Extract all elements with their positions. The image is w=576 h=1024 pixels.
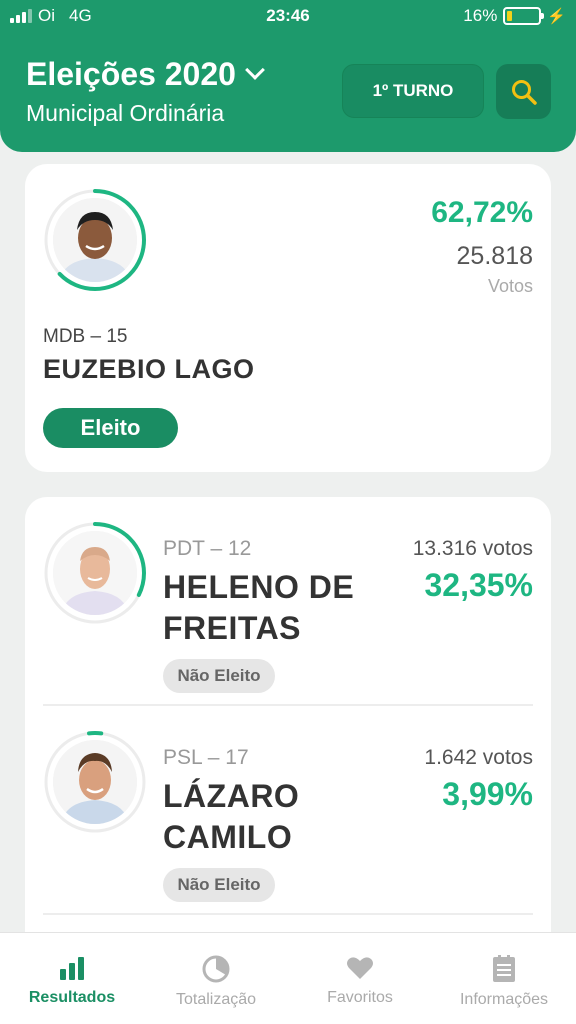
battery-icon xyxy=(503,7,545,25)
candidate-photo xyxy=(53,198,137,282)
search-icon xyxy=(511,79,537,105)
nav-item-totalizacao[interactable]: Totalização xyxy=(144,933,288,1024)
nav-item-favoritos[interactable]: Favoritos xyxy=(288,933,432,1024)
turno-button[interactable]: 1º TURNO xyxy=(342,64,484,118)
candidate-percent: 3,99% xyxy=(442,776,533,812)
winner-name: EUZEBIO LAGO xyxy=(43,354,255,384)
search-button[interactable] xyxy=(496,64,551,119)
winner-votes: 25.818 xyxy=(456,242,533,270)
candidate-name: LÁZARO CAMILO xyxy=(163,778,300,855)
avatar xyxy=(43,521,147,625)
candidate-photo xyxy=(53,531,137,615)
divider xyxy=(43,913,533,915)
battery-percent: 16% xyxy=(463,6,498,25)
page-subtitle: Municipal Ordinária xyxy=(26,100,225,126)
nav-item-informacoes[interactable]: Informações xyxy=(432,933,576,1024)
page-title: Eleições 2020 xyxy=(26,56,236,92)
pie-chart-icon xyxy=(202,955,230,983)
status-badge: Não Eleito xyxy=(163,868,275,902)
nav-label: Totalização xyxy=(175,991,257,1008)
heart-icon xyxy=(347,957,373,979)
nav-label: Informações xyxy=(459,991,549,1008)
election-selector[interactable]: Eleições 2020 xyxy=(26,56,265,93)
avatar xyxy=(43,730,147,834)
status-badge: Não Eleito xyxy=(163,659,275,693)
candidate-votes: 1.642 votos xyxy=(424,746,533,769)
nav-label: Favoritos xyxy=(327,989,393,1006)
candidate-row[interactable]: PSL – 17 LÁZARO CAMILO 1.642 votos 3,99% … xyxy=(25,718,551,908)
nav-item-resultados[interactable]: Resultados xyxy=(0,933,144,1024)
candidate-party: PSL – 17 xyxy=(163,746,249,769)
bottom-nav: Resultados Totalização Favoritos Informa… xyxy=(0,932,576,1024)
nav-label: Resultados xyxy=(28,989,116,1006)
candidate-row[interactable]: PDT – 12 HELENO DE FREITAS 13.316 votos 3… xyxy=(25,509,551,699)
document-icon xyxy=(493,955,515,982)
candidate-photo xyxy=(53,740,137,824)
avatar xyxy=(43,188,147,292)
winner-percent: 62,72% xyxy=(431,196,533,229)
app-header: Oi 4G 23:46 16% ⚡ Eleições 2020 Municipa… xyxy=(0,0,576,152)
candidates-card: PDT – 12 HELENO DE FREITAS 13.316 votos 3… xyxy=(25,497,551,957)
candidate-votes: 13.316 votos xyxy=(412,537,533,560)
winner-party: MDB – 15 xyxy=(43,326,128,347)
candidate-party: PDT – 12 xyxy=(163,537,252,560)
status-bar: Oi 4G 23:46 16% ⚡ xyxy=(0,0,576,34)
status-badge: Eleito xyxy=(43,408,178,448)
candidate-name: HELENO DE FREITAS xyxy=(163,569,355,646)
candidate-percent: 32,35% xyxy=(424,567,533,603)
charging-icon: ⚡ xyxy=(547,8,566,25)
chevron-down-icon[interactable] xyxy=(245,59,265,80)
divider xyxy=(43,704,533,706)
bar-chart-icon xyxy=(60,957,84,980)
votes-label: Votos xyxy=(487,276,533,296)
winner-card[interactable]: 62,72% 25.818 Votos MDB – 15 EUZEBIO LAG… xyxy=(25,164,551,472)
